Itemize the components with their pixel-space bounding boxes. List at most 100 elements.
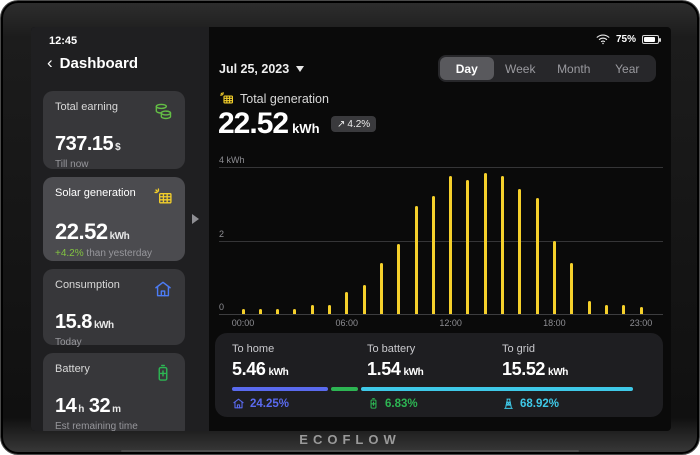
- wifi-icon: [596, 33, 610, 45]
- grid-tower-icon: [502, 397, 515, 410]
- to-battery-label: To battery: [367, 343, 416, 355]
- distribution-progress-bar: [232, 387, 633, 391]
- solar-delta: +4.2%: [55, 248, 84, 259]
- tab-year[interactable]: Year: [601, 57, 655, 80]
- chart-bar: [449, 176, 453, 314]
- card-battery[interactable]: Battery 14 h 32 m Est remaining time: [43, 353, 185, 431]
- solar-panel-icon: [219, 91, 234, 106]
- coins-icon: [153, 101, 173, 121]
- dashboard-header[interactable]: ‹ Dashboard: [47, 54, 139, 72]
- distribution-panel: To home 5.46 kWh To battery 1.54 kWh To gr…: [215, 333, 663, 417]
- card-total-earning[interactable]: Total earning 737.15 $ Till now: [43, 91, 185, 170]
- period-tabs: Day Week Month Year: [438, 55, 656, 82]
- total-generation-header: Total generation: [219, 91, 329, 106]
- ecoflow-logo: ECOFLOW: [299, 432, 401, 447]
- percent-value: 68.92%: [520, 397, 560, 410]
- battery-percent-label: 75%: [615, 33, 636, 45]
- tab-week[interactable]: Week: [494, 57, 548, 80]
- chart-bar: [431, 196, 435, 314]
- chart-bar: [552, 240, 556, 314]
- ytick-0: 0: [219, 302, 225, 312]
- consumption-sub: Today: [55, 337, 82, 348]
- chart-bar: [414, 205, 418, 314]
- home-icon: [153, 279, 173, 299]
- delta-badge: ↗ 4.2%: [331, 116, 377, 132]
- tablet-device: 12:45 ‹ Dashboard Total earning 737.15 $…: [0, 0, 700, 455]
- chart-bar: [362, 284, 366, 314]
- chart-bar: [587, 301, 591, 314]
- home-icon: [232, 397, 245, 410]
- total-generation-value: 22.52 kWh: [218, 107, 320, 141]
- earning-value: 737.15: [55, 133, 114, 155]
- chart-bar: [570, 262, 574, 314]
- chart-bar: [604, 304, 608, 314]
- dropdown-caret-icon: [296, 66, 305, 72]
- card-label: Battery: [55, 363, 90, 375]
- battery-status-icon: [642, 34, 661, 44]
- battery-icon: [153, 363, 173, 383]
- generation-unit: kWh: [292, 121, 320, 136]
- trend-up-icon: ↗: [337, 118, 346, 130]
- xtick-1800: 18:00: [543, 318, 566, 328]
- device-bottom-edge: [121, 450, 579, 452]
- earning-sub: Till now: [55, 159, 89, 170]
- solar-value: 22.52: [55, 219, 108, 244]
- axis-baseline: [219, 314, 663, 315]
- to-grid-unit: kWh: [548, 367, 568, 378]
- consumption-value: 15.8: [55, 311, 92, 333]
- segment-to-grid: [360, 387, 633, 391]
- chart-bar: [379, 262, 383, 314]
- tab-day[interactable]: Day: [440, 57, 494, 80]
- chart-bar: [328, 304, 332, 314]
- card-label: Total earning: [55, 101, 118, 113]
- xtick-2300: 23:00: [629, 318, 653, 328]
- to-home-stat: To home 5.46 kWh: [232, 343, 289, 380]
- to-grid-value: 15.52: [502, 359, 546, 379]
- to-home-unit: kWh: [268, 367, 289, 378]
- card-consumption[interactable]: Consumption 15.8 kWh Today: [43, 269, 185, 348]
- battery-hours: 14: [55, 395, 77, 417]
- battery-minutes-unit: m: [112, 404, 121, 415]
- chart-bar: [293, 308, 297, 314]
- generation-number: 22.52: [218, 107, 289, 140]
- to-battery-value: 1.54: [367, 359, 401, 379]
- earning-unit: $: [115, 142, 121, 153]
- solar-panel-icon: [153, 187, 173, 207]
- to-home-label: To home: [232, 343, 275, 355]
- battery-hours-unit: h: [78, 404, 84, 415]
- solar-unit: kWh: [109, 231, 130, 242]
- chart-bar: [535, 198, 539, 314]
- date-label: Jul 25, 2023: [219, 62, 290, 76]
- chart-bar: [639, 306, 643, 314]
- battery-sub: Est remaining time: [55, 421, 138, 431]
- to-battery-stat: To battery 1.54 kWh: [367, 343, 424, 380]
- solar-sub: than yesterday: [86, 248, 153, 259]
- sidebar: 12:45 ‹ Dashboard Total earning 737.15 $…: [31, 27, 209, 431]
- card-label: Consumption: [55, 279, 120, 291]
- battery-icon: [367, 397, 380, 410]
- to-home-percent: 24.25%: [232, 397, 289, 410]
- to-home-value: 5.46: [232, 359, 266, 379]
- chart-bar: [276, 308, 280, 314]
- delta-value: 4.2%: [347, 118, 371, 130]
- chart-bar: [345, 291, 349, 314]
- date-picker[interactable]: Jul 25, 2023: [219, 62, 305, 76]
- chart-bar: [501, 176, 505, 314]
- generation-bar-chart[interactable]: 4 kWh 2 0: [219, 155, 663, 315]
- to-grid-label: To grid: [502, 343, 536, 355]
- chart-bar: [466, 179, 470, 314]
- screen: 12:45 ‹ Dashboard Total earning 737.15 $…: [31, 27, 671, 431]
- to-battery-unit: kWh: [403, 367, 424, 378]
- card-solar-generation[interactable]: Solar generation 22.52 kWh +4.2% than yes…: [43, 177, 185, 261]
- xtick-0000: 00:00: [231, 318, 255, 328]
- page-title: Dashboard: [59, 55, 139, 72]
- back-chevron-icon[interactable]: ‹: [47, 54, 53, 71]
- chart-bar: [241, 308, 245, 314]
- gridline-4kwh: [219, 167, 663, 168]
- battery-minutes: 32: [88, 395, 111, 417]
- status-time: 12:45: [49, 35, 78, 47]
- ytick-4kwh: 4 kWh: [219, 155, 245, 165]
- tab-month[interactable]: Month: [547, 57, 601, 80]
- to-grid-percent: 68.92%: [502, 397, 559, 410]
- chart-bar: [397, 244, 401, 314]
